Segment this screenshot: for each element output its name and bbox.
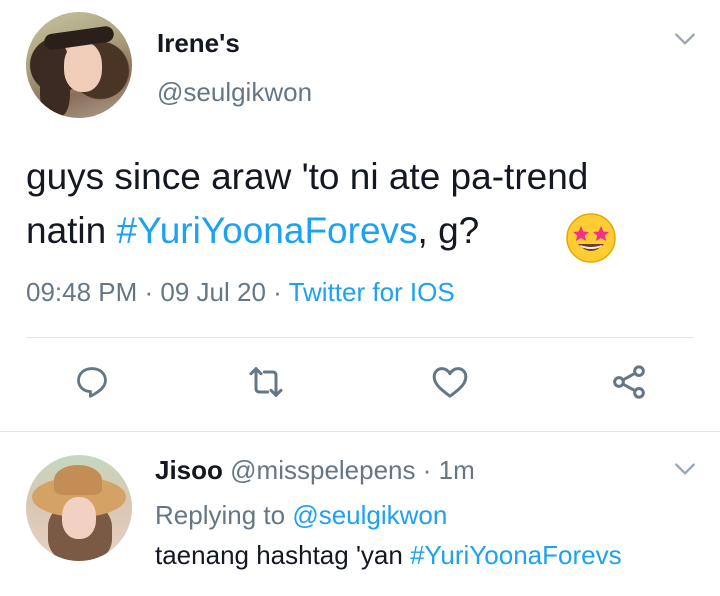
replying-to-prefix: Replying to	[155, 500, 293, 530]
tweet-time: 09:48 PM	[26, 277, 138, 307]
star-struck-emoji-icon	[565, 212, 617, 264]
divider	[26, 337, 694, 338]
avatar[interactable]	[26, 12, 132, 118]
author-handle[interactable]: @seulgikwon	[157, 77, 312, 108]
reply-text-prefix: taenang hashtag 'yan	[155, 540, 411, 570]
retweet-button[interactable]	[244, 360, 288, 404]
reply-button[interactable]	[70, 360, 114, 404]
reply-separator: ·	[415, 455, 439, 485]
chevron-down-icon[interactable]	[672, 26, 698, 57]
reply-text: taenang hashtag 'yan #YuriYoonaForevs	[155, 540, 622, 571]
replying-to: Replying to @seulgikwon	[155, 500, 447, 531]
tweet-text-prefix: natin	[26, 210, 117, 251]
reply-age: 1m	[438, 455, 475, 485]
divider	[0, 431, 720, 432]
replying-to-handle[interactable]: @seulgikwon	[292, 500, 447, 530]
tweet-meta: 09:48 PM · 09 Jul 20 · Twitter for IOS	[26, 277, 455, 308]
retweet-icon	[249, 367, 283, 397]
share-icon	[613, 365, 645, 399]
meta-separator: ·	[137, 277, 161, 307]
reply-hashtag-link[interactable]: #YuriYoonaForevs	[410, 540, 622, 570]
tweet-date: 09 Jul 20	[160, 277, 266, 307]
reply-icon	[77, 367, 107, 398]
chevron-down-icon[interactable]	[672, 456, 698, 487]
tweet-source-link[interactable]: Twitter for IOS	[289, 277, 455, 307]
reply-author-handle[interactable]: @misspelepens	[230, 455, 415, 485]
hashtag-link[interactable]: #YuriYoonaForevs	[117, 210, 418, 251]
reply-header: Jisoo @misspelepens · 1m	[155, 455, 475, 486]
like-button[interactable]	[428, 360, 472, 404]
meta-separator: ·	[265, 277, 289, 307]
author-name[interactable]: Irene's	[157, 28, 240, 59]
tweet-text-line1: guys since araw 'to ni ate pa-trend	[26, 156, 589, 197]
reply-author-name[interactable]: Jisoo	[155, 455, 223, 485]
tweet-text-suffix: , g?	[417, 210, 480, 251]
share-button[interactable]	[607, 360, 651, 404]
reply-avatar[interactable]	[26, 455, 132, 561]
like-icon	[432, 367, 468, 398]
